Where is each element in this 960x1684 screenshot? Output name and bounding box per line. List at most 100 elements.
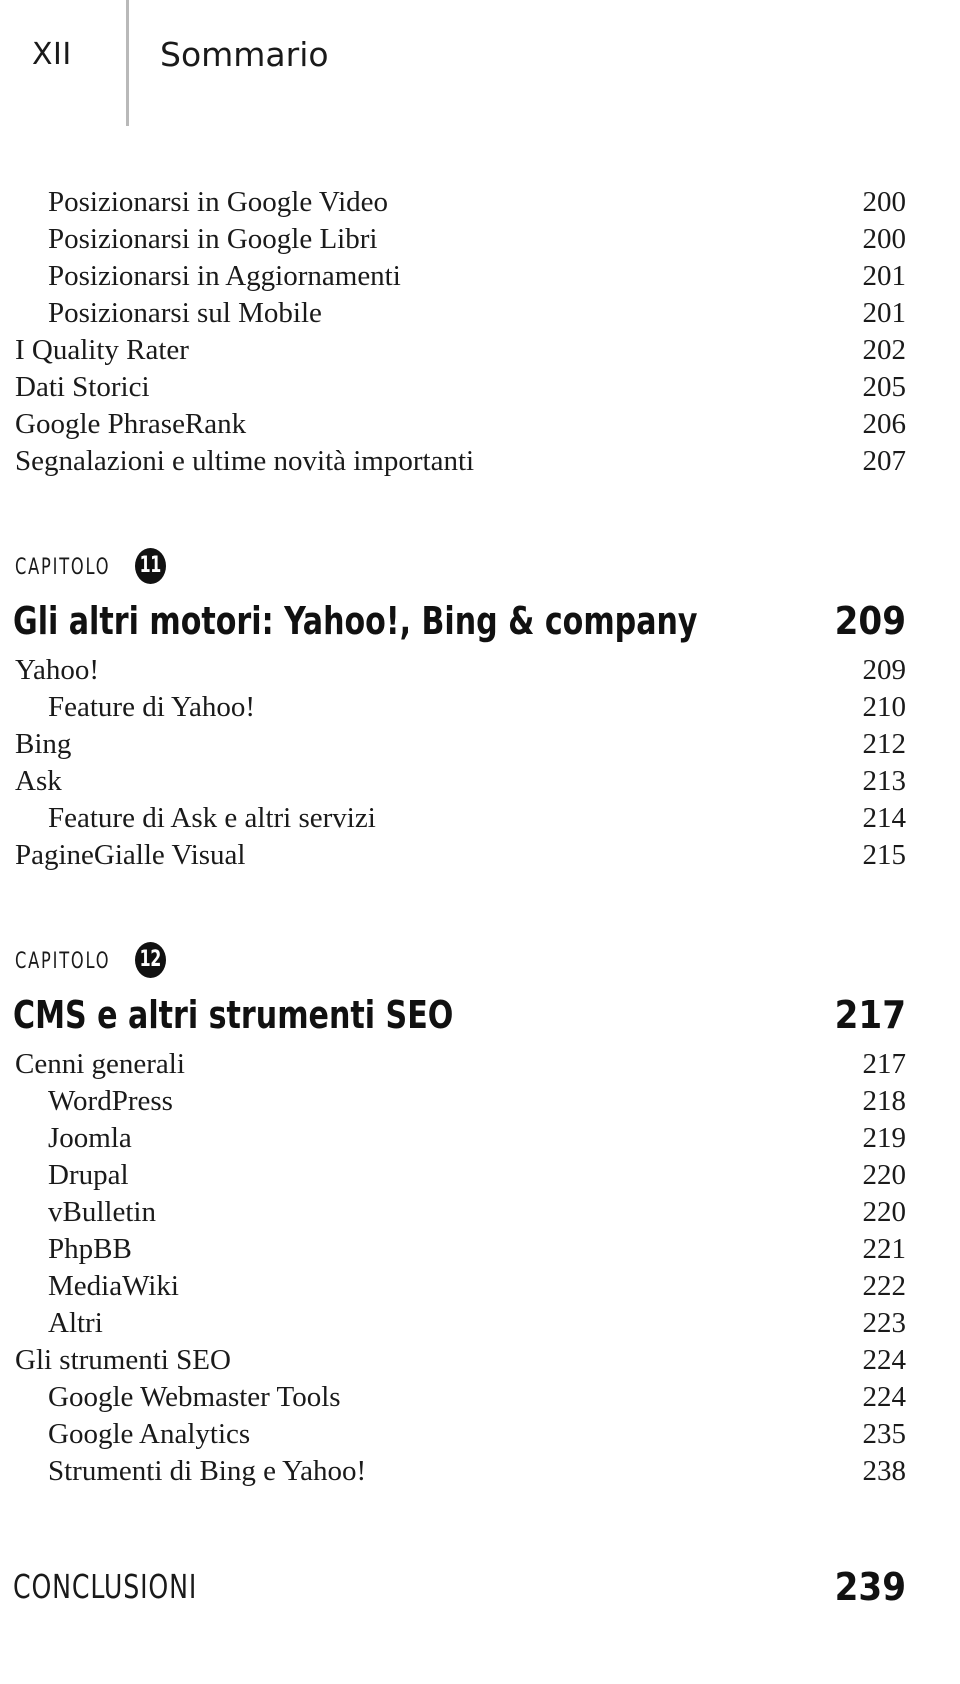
toc-entry[interactable]: Gli strumenti SEO 224 — [0, 1342, 960, 1379]
toc-entry[interactable]: Posizionarsi in Aggiornamenti 201 — [0, 258, 960, 295]
chapter-block: CAPITOLO 12 CMS e altri strumenti SEO 217 Ce… — [0, 874, 960, 1490]
page-title: Sommario — [160, 35, 329, 74]
toc-entry-page: 219 — [862, 1122, 907, 1154]
toc-entry-page: 209 — [862, 654, 907, 686]
toc-entry-page: 201 — [862, 260, 907, 292]
table-of-contents: Posizionarsi in Google Video 200 Posiziona… — [0, 184, 960, 1612]
toc-entry-label: Ask — [15, 765, 62, 797]
toc-entry-label: Feature di Ask e altri servizi — [48, 802, 376, 834]
toc-entry-label: Strumenti di Bing e Yahoo! — [48, 1455, 367, 1487]
toc-entry-page: 210 — [862, 691, 907, 723]
toc-entry-page: 217 — [862, 1048, 907, 1080]
chapter-kicker: CAPITOLO 12 — [0, 940, 960, 984]
toc-entry[interactable]: Ask 213 — [0, 763, 960, 800]
toc-entry-page: 215 — [862, 839, 907, 871]
chapter-spacer — [0, 480, 960, 546]
toc-entry-label: Google Analytics — [48, 1418, 251, 1450]
toc-entry-page: 218 — [862, 1085, 907, 1117]
toc-entry-label: Posizionarsi in Google Libri — [48, 223, 378, 255]
chapter-title-row[interactable]: CMS e altri strumenti SEO 217 — [0, 990, 960, 1040]
toc-entry-page: 224 — [862, 1344, 907, 1376]
toc-entry[interactable]: Feature di Ask e altri servizi 214 — [0, 800, 960, 837]
chapter-number-value: 12 — [140, 947, 162, 972]
toc-entry[interactable]: Google Analytics 235 — [0, 1416, 960, 1453]
toc-entry-label: Altri — [48, 1307, 103, 1339]
toc-entry[interactable]: Yahoo! 209 — [0, 652, 960, 689]
toc-entry-page: 202 — [862, 334, 907, 366]
toc-entry[interactable]: PhpBB 221 — [0, 1231, 960, 1268]
toc-entry[interactable]: Feature di Yahoo! 210 — [0, 689, 960, 726]
toc-entry-page: 200 — [862, 186, 907, 218]
toc-chapter-group: CAPITOLO 11 Gli altri motori: Yahoo!, Bing… — [0, 480, 960, 1490]
toc-entry[interactable]: PagineGialle Visual 215 — [0, 837, 960, 874]
chapter-spacer — [0, 874, 960, 940]
toc-entry-label: Posizionarsi in Google Video — [48, 186, 389, 218]
toc-entry[interactable]: vBulletin 220 — [0, 1194, 960, 1231]
toc-entry-page: 206 — [862, 408, 907, 440]
toc-entry-label: vBulletin — [48, 1196, 156, 1228]
chapter-page-number: 217 — [834, 993, 906, 1037]
toc-entry-label: Google PhraseRank — [15, 408, 247, 440]
toc-entry-label: Joomla — [48, 1122, 132, 1154]
toc-entry-page: 205 — [862, 371, 907, 403]
toc-entry-label: MediaWiki — [48, 1270, 179, 1302]
toc-entry-label: Posizionarsi sul Mobile — [48, 297, 322, 329]
closing-section-row[interactable]: CONCLUSIONI 239 — [0, 1562, 960, 1612]
folio-number: XII — [32, 37, 72, 72]
chapter-number-badge: 11 — [135, 548, 167, 584]
header-divider-rule — [126, 0, 129, 126]
toc-entry-label: PhpBB — [48, 1233, 132, 1265]
chapter-title: CMS e altri strumenti SEO — [13, 993, 454, 1037]
toc-entry[interactable]: Joomla 219 — [0, 1120, 960, 1157]
toc-entry-page: 223 — [862, 1307, 907, 1339]
chapter-kicker-label: CAPITOLO — [15, 555, 111, 580]
chapter-number-badge: 12 — [135, 942, 167, 978]
toc-entry-label: Cenni generali — [15, 1048, 185, 1080]
toc-entry[interactable]: Altri 223 — [0, 1305, 960, 1342]
toc-entry[interactable]: Cenni generali 217 — [0, 1046, 960, 1083]
toc-entry-page: 235 — [862, 1418, 907, 1450]
toc-entry-label: Posizionarsi in Aggiornamenti — [48, 260, 401, 292]
toc-entry[interactable]: Google PhraseRank 206 — [0, 406, 960, 443]
toc-entry[interactable]: Dati Storici 205 — [0, 369, 960, 406]
toc-entry-page: 238 — [862, 1455, 907, 1487]
chapter-kicker-label: CAPITOLO — [15, 949, 111, 974]
toc-entry[interactable]: Drupal 220 — [0, 1157, 960, 1194]
toc-entry-page: 221 — [862, 1233, 907, 1265]
chapter-page-number: 209 — [834, 599, 906, 643]
toc-entry[interactable]: Strumenti di Bing e Yahoo! 238 — [0, 1453, 960, 1490]
chapter-kicker: CAPITOLO 11 — [0, 546, 960, 590]
toc-entry-page: 201 — [862, 297, 907, 329]
toc-entry[interactable]: WordPress 218 — [0, 1083, 960, 1120]
toc-entry-label: Drupal — [48, 1159, 129, 1191]
toc-entry-page: 200 — [862, 223, 907, 255]
closing-section-label: CONCLUSIONI — [13, 1567, 198, 1606]
toc-entry[interactable]: Bing 212 — [0, 726, 960, 763]
chapter-title: Gli altri motori: Yahoo!, Bing & company — [13, 599, 698, 643]
toc-entry-page: 222 — [862, 1270, 907, 1302]
page-running-header: XII Sommario — [0, 0, 960, 130]
toc-entry[interactable]: I Quality Rater 202 — [0, 332, 960, 369]
toc-entry-label: PagineGialle Visual — [15, 839, 246, 871]
toc-entry-label: Segnalazioni e ultime novità importanti — [15, 445, 475, 477]
toc-entry[interactable]: Segnalazioni e ultime novità importanti 2… — [0, 443, 960, 480]
toc-entry[interactable]: Google Webmaster Tools 224 — [0, 1379, 960, 1416]
chapter-title-row[interactable]: Gli altri motori: Yahoo!, Bing & company… — [0, 596, 960, 646]
toc-entry[interactable]: Posizionarsi in Google Libri 200 — [0, 221, 960, 258]
closing-section-page: 239 — [834, 1565, 906, 1609]
toc-entry-label: I Quality Rater — [15, 334, 189, 366]
toc-entry-page: 212 — [862, 728, 907, 760]
toc-entry-page: 214 — [862, 802, 907, 834]
toc-entry-label: Gli strumenti SEO — [15, 1344, 231, 1376]
toc-entry[interactable]: Posizionarsi in Google Video 200 — [0, 184, 960, 221]
toc-entry-label: Bing — [15, 728, 72, 760]
toc-entry-label: Feature di Yahoo! — [48, 691, 256, 723]
toc-entry[interactable]: MediaWiki 222 — [0, 1268, 960, 1305]
toc-entry-page: 213 — [862, 765, 907, 797]
toc-entry-page: 220 — [862, 1196, 907, 1228]
chapter-number-value: 11 — [140, 553, 162, 578]
toc-entry[interactable]: Posizionarsi sul Mobile 201 — [0, 295, 960, 332]
toc-entry-label: Dati Storici — [15, 371, 150, 403]
toc-entry-label: Google Webmaster Tools — [48, 1381, 341, 1413]
toc-entry-page: 224 — [862, 1381, 907, 1413]
